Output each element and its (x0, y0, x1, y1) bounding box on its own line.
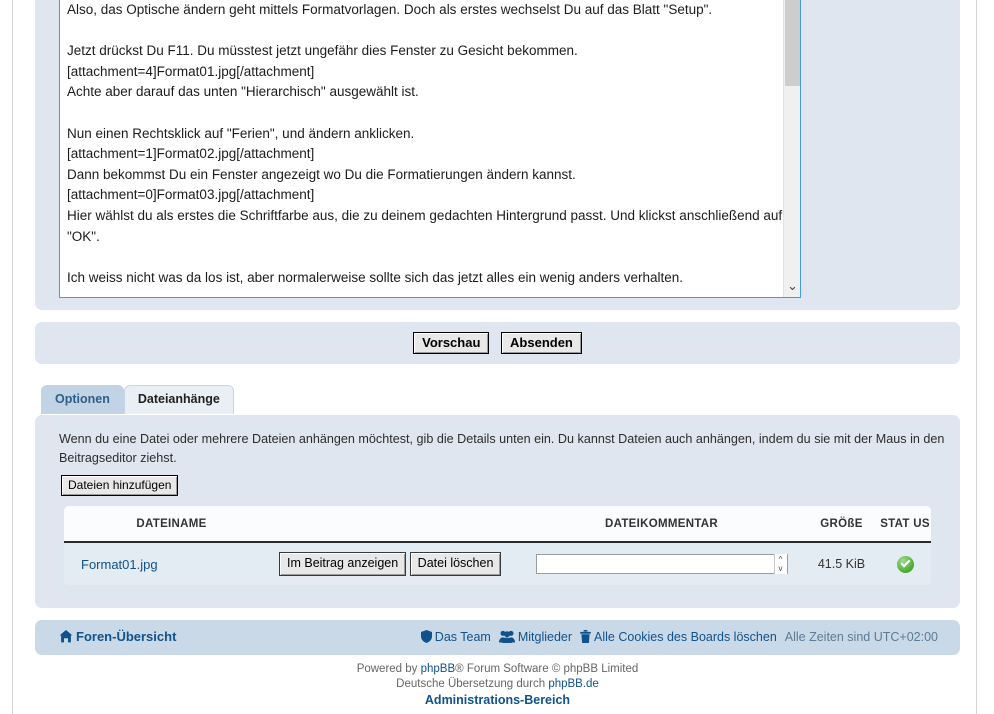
shield-icon (420, 630, 432, 646)
attachments-table-wrapper: DATEINAME DATEIKOMMENTAR GRÖßE STAT US F… (64, 506, 931, 585)
page-left-border (12, 0, 13, 714)
table-row: Format01.jpg Im Beitrag anzeigen Datei l… (64, 542, 931, 585)
message-textarea-value: Also, das Optische ändern geht mittels F… (67, 2, 783, 285)
attachments-panel: Wenn du eine Datei oder mehrere Dateien … (35, 415, 960, 608)
tab-optionen[interactable]: Optionen (41, 385, 124, 414)
add-files-button[interactable]: Dateien hinzufügen (61, 475, 179, 496)
credits-translation-prefix: Deutsche Übersetzung durch (396, 678, 549, 690)
credits-powered-suffix: ® Forum Software © phpBB Limited (455, 663, 639, 675)
green-check-icon (896, 555, 914, 573)
message-textarea[interactable]: Also, das Optische ändern geht mittels F… (59, 0, 801, 298)
message-editor-panel: Also, das Optische ändern geht mittels F… (35, 0, 960, 310)
page-wrapper: Also, das Optische ändern geht mittels F… (19, 0, 976, 714)
column-header-size: GRÖßE (804, 506, 879, 543)
footer-home-link-wrap: Foren-Übersicht (59, 629, 176, 646)
tab-dateianhaenge[interactable]: Dateianhänge (123, 385, 234, 414)
footer-links: Das Team Mitglieder Alle Cookies des Boa… (420, 630, 938, 646)
message-scrollbar-thumb[interactable] (785, 0, 800, 86)
column-header-status: STAT US (879, 506, 931, 543)
attachment-file-link[interactable]: Format01.jpg (64, 557, 158, 572)
footer-team-link[interactable]: Das Team (435, 630, 491, 644)
column-header-controls (279, 506, 519, 543)
column-header-filename: DATEINAME (64, 506, 279, 543)
column-header-comment: DATEIKOMMENTAR (519, 506, 804, 543)
members-icon (498, 630, 515, 646)
footer-members-link[interactable]: Mitglieder (518, 630, 572, 644)
place-inline-button[interactable]: Im Beitrag anzeigen (279, 552, 407, 576)
editor-tabs: Optionen Dateianhänge (41, 385, 234, 415)
submit-buttons-row: Vorschau Absenden (35, 332, 960, 354)
cell-comment: ^ v (519, 542, 804, 585)
footer-home-link[interactable]: Foren-Übersicht (76, 629, 176, 644)
credits-line-2: Deutsche Übersetzung durch phpBB.de (19, 677, 976, 692)
attachments-table: DATEINAME DATEIKOMMENTAR GRÖßE STAT US F… (64, 506, 931, 585)
credits-line-1: Powered by phpBB® Forum Software © phpBB… (19, 662, 976, 677)
resize-grip-icon[interactable]: ^ v (773, 554, 787, 574)
attachments-table-head: DATEINAME DATEIKOMMENTAR GRÖßE STAT US (64, 506, 931, 543)
trash-icon (580, 630, 591, 646)
submit-panel: Vorschau Absenden (35, 322, 960, 364)
page-right-border (976, 0, 977, 714)
attachments-header-row: DATEINAME DATEIKOMMENTAR GRÖßE STAT US (64, 506, 931, 543)
submit-button[interactable]: Absenden (501, 332, 582, 354)
cell-size: 41.5 KiB (804, 542, 879, 585)
credits-powered-prefix: Powered by (356, 663, 421, 675)
footer-delete-cookies-link[interactable]: Alle Cookies des Boards löschen (594, 630, 777, 644)
footer-navigation: Foren-Übersicht Das Team Mitglieder Alle… (35, 620, 960, 655)
cell-filename: Format01.jpg (64, 542, 279, 585)
attachments-explanation: Wenn du eine Datei oder mehrere Dateien … (59, 432, 945, 465)
attachments-table-body: Format01.jpg Im Beitrag anzeigen Datei l… (64, 542, 931, 585)
footer-timezone-note: Alle Zeiten sind UTC+02:00 (784, 630, 938, 644)
preview-button[interactable]: Vorschau (413, 332, 490, 354)
cell-controls: Im Beitrag anzeigen Datei löschen (279, 542, 519, 585)
cell-status (879, 542, 931, 585)
file-comment-input[interactable]: ^ v (535, 554, 788, 574)
phpbb-de-link[interactable]: phpBB.de (548, 678, 599, 690)
message-scrollbar[interactable]: ⌄ (783, 0, 800, 297)
home-icon (59, 630, 73, 646)
delete-file-button[interactable]: Datei löschen (409, 552, 502, 576)
chevron-down-icon[interactable]: ⌄ (784, 279, 800, 293)
footer-credits: Powered by phpBB® Forum Software © phpBB… (19, 662, 976, 708)
admin-area-link[interactable]: Administrations-Bereich (19, 693, 976, 708)
phpbb-link[interactable]: phpBB (421, 663, 456, 675)
